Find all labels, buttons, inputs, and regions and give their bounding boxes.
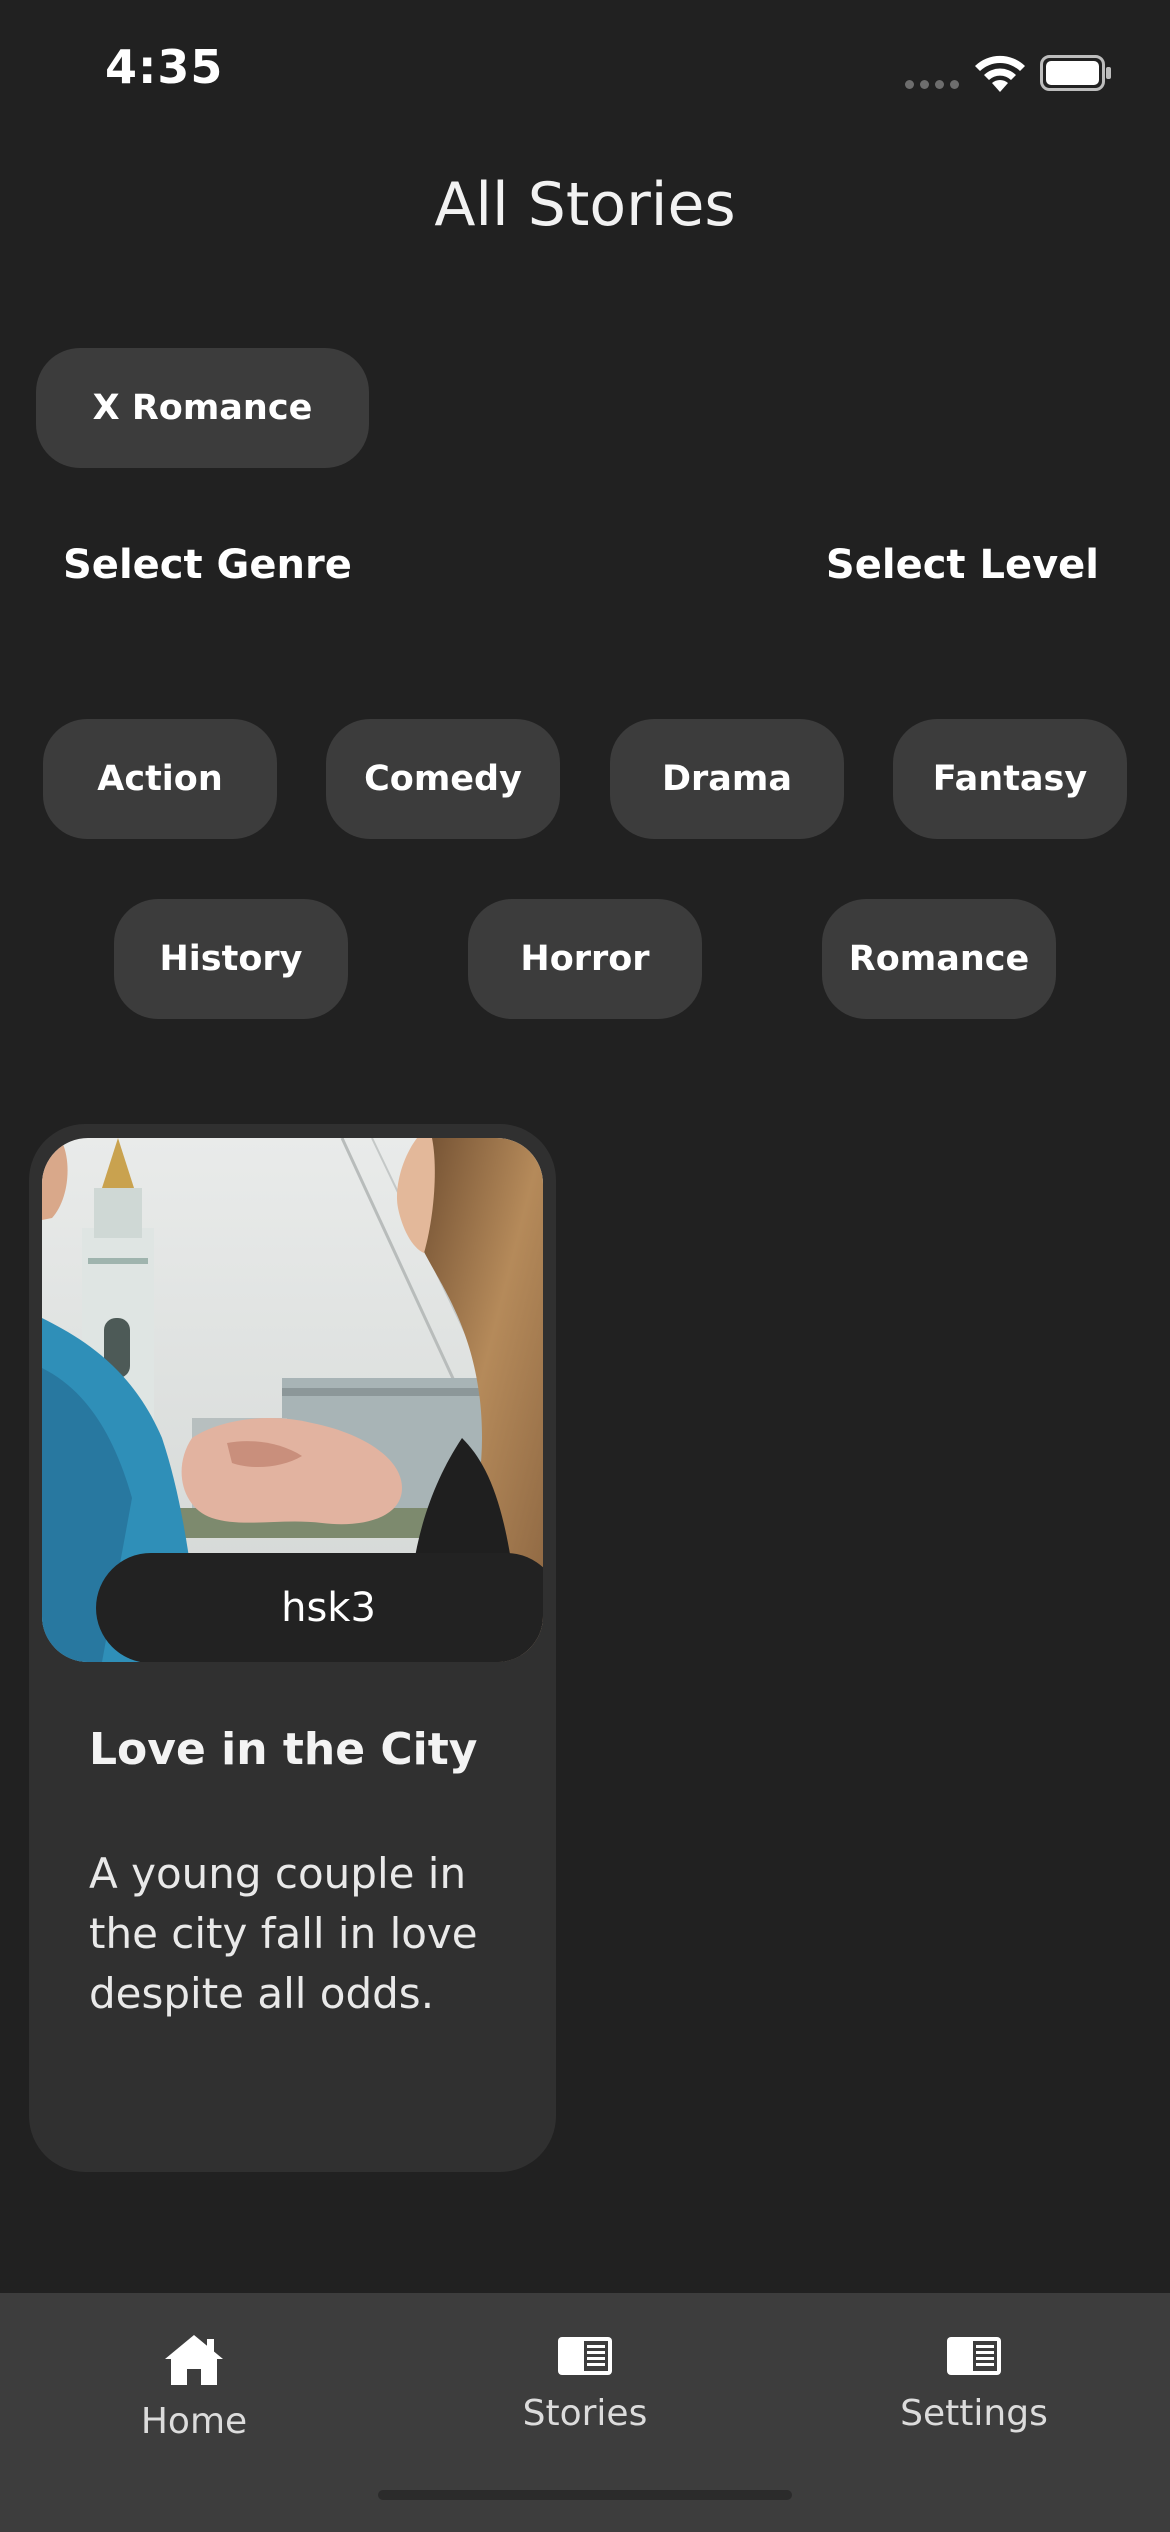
book-icon (947, 2337, 1001, 2375)
story-card[interactable]: hsk3 Love in the City A young couple in … (29, 1124, 556, 2172)
genre-chip-fantasy[interactable]: Fantasy (893, 719, 1127, 839)
story-title: Love in the City (89, 1724, 478, 1775)
tab-home-label: Home (140, 2401, 248, 2442)
home-icon (165, 2335, 223, 2385)
story-cover-image: hsk3 (42, 1138, 543, 1662)
battery-icon (1040, 55, 1111, 91)
story-description: A young couple in the city fall in love … (89, 1849, 478, 2018)
page-title: All Stories (434, 170, 736, 240)
book-icon (558, 2337, 612, 2375)
genre-chip-drama[interactable]: Drama (610, 719, 844, 839)
tab-settings[interactable]: Settings (824, 2333, 1124, 2434)
select-level-button[interactable]: Select Level (826, 542, 1099, 588)
tab-settings-label: Settings (900, 2393, 1048, 2434)
genre-chip-comedy[interactable]: Comedy (326, 719, 560, 839)
genre-chip-history[interactable]: History (114, 899, 348, 1019)
genre-chip-horror[interactable]: Horror (468, 899, 702, 1019)
select-genre-button[interactable]: Select Genre (63, 542, 352, 588)
tab-stories[interactable]: Stories (435, 2333, 735, 2434)
wifi-icon (975, 55, 1025, 92)
tab-stories-label: Stories (522, 2393, 648, 2434)
genre-chip-romance[interactable]: Romance (822, 899, 1056, 1019)
genre-chip-action[interactable]: Action (43, 719, 277, 839)
cellular-signal-icon (905, 80, 959, 89)
story-level-badge: hsk3 (96, 1553, 543, 1662)
tab-home[interactable]: Home (44, 2333, 344, 2442)
home-indicator (378, 2490, 792, 2500)
status-time: 4:35 (105, 40, 224, 94)
remove-romance-filter-button[interactable]: X Romance (36, 348, 369, 468)
